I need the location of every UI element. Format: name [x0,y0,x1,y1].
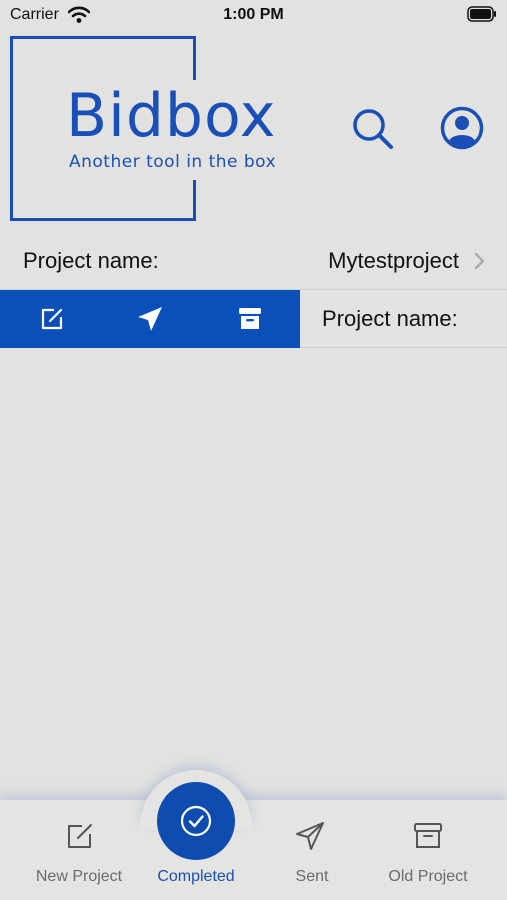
edit-icon [68,824,92,848]
project-name-label: Project name: [23,248,159,273]
completed-button[interactable] [157,782,235,860]
logo-subtitle: Another tool in the box [69,152,277,172]
search-icon[interactable] [350,106,396,152]
tab-new-project[interactable]: New Project [19,800,139,900]
profile-icon[interactable] [440,106,484,150]
archive-icon[interactable] [235,304,265,334]
send-icon [296,822,324,850]
clock: 1:00 PM [223,6,284,23]
battery-icon [467,6,496,22]
edit-icon[interactable] [37,304,67,334]
archive-icon [414,823,442,848]
status-bar: Carrier 1:00 PM [0,0,507,32]
tab-label: New Project [35,868,123,885]
tab-label: Completed [157,868,235,885]
project-name-value: Mytestproject [328,248,459,273]
chevron-right-icon [474,252,485,270]
swipe-actions [0,290,300,348]
project-name-label: Project name: [322,306,458,331]
send-icon[interactable] [135,304,165,334]
tab-label: Sent [295,868,329,885]
list-item-swiped[interactable]: Project name: [0,290,507,348]
tab-old-project[interactable]: Old Project [368,800,488,900]
tab-sent[interactable]: Sent [252,800,372,900]
tab-bar: New Project Sent Old Project Completed [0,800,507,900]
check-circle-icon [180,805,212,837]
logo-title: Bidbox [66,81,277,151]
tab-label: Old Project [388,868,468,885]
list-item[interactable]: Project name: Mytestproject [0,232,507,290]
